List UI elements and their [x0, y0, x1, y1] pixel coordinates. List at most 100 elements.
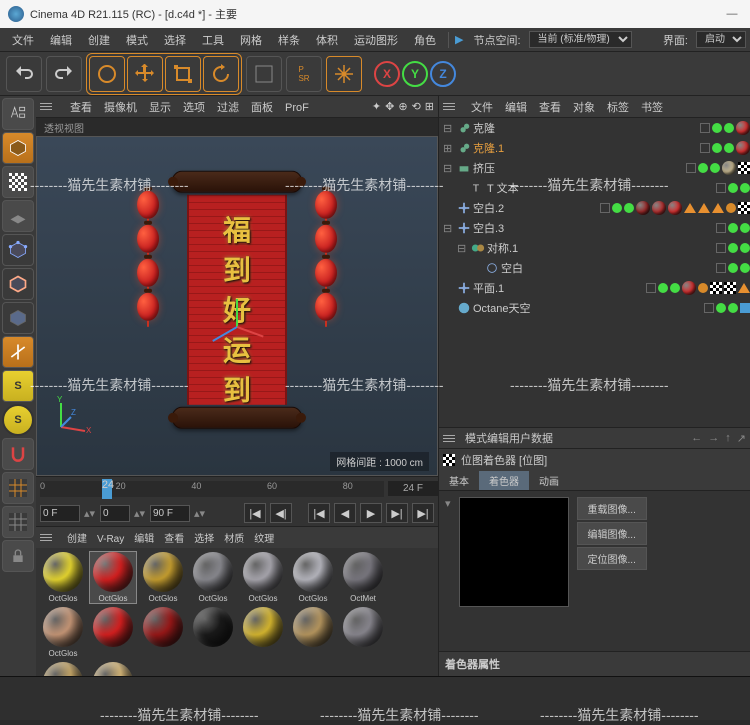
view-max-icon[interactable]: ⊞ — [425, 100, 434, 113]
material-swatch[interactable]: OctMet — [340, 552, 386, 603]
obj-menu-icon[interactable] — [443, 103, 455, 110]
tree-row-T 文本[interactable]: TT 文本 — [439, 178, 750, 198]
expand-icon[interactable]: ⊟ — [457, 242, 469, 255]
tree-row-克隆.1[interactable]: ⊞克隆.1 — [439, 138, 750, 158]
select-tool[interactable] — [89, 56, 125, 92]
vis-render-toggle[interactable] — [624, 203, 634, 213]
tree-row-空白[interactable]: 空白 — [439, 258, 750, 278]
object-name[interactable]: 空白.2 — [473, 200, 573, 216]
attr-button[interactable]: 重载图像... — [577, 497, 647, 520]
vis-render-toggle[interactable] — [740, 243, 750, 253]
vis-editor-toggle[interactable] — [698, 163, 708, 173]
layer-toggle[interactable] — [716, 243, 726, 253]
mat-menu-icon[interactable] — [40, 534, 52, 541]
attrmenu-编辑[interactable]: 编辑 — [487, 433, 509, 445]
material-tag-icon[interactable] — [668, 201, 682, 215]
objmenu-文件[interactable]: 文件 — [465, 100, 499, 116]
objmenu-查看[interactable]: 查看 — [533, 100, 567, 116]
coord-system-button[interactable] — [326, 56, 362, 92]
prev-key-button[interactable]: ◀| — [270, 503, 292, 523]
vis-render-toggle[interactable] — [710, 163, 720, 173]
menu-选择[interactable]: 选择 — [156, 29, 194, 51]
goto-start-button[interactable]: |◀ — [244, 503, 266, 523]
matmenu-纹理[interactable]: 纹理 — [249, 532, 279, 547]
menu-网格[interactable]: 网格 — [232, 29, 270, 51]
view-pan-icon[interactable]: ✥ — [385, 100, 394, 113]
attr-fwd-button[interactable]: → — [708, 432, 719, 445]
vis-editor-toggle[interactable] — [728, 243, 738, 253]
expand-icon[interactable]: ⊞ — [443, 142, 455, 155]
vis-render-toggle[interactable] — [728, 303, 738, 313]
step-fwd-button[interactable]: ▶| — [386, 503, 408, 523]
material-tag-icon[interactable] — [736, 121, 750, 135]
expand-icon[interactable]: ⊟ — [443, 122, 455, 135]
material-swatch[interactable] — [90, 662, 136, 676]
viewmenu-摄像机[interactable]: 摄像机 — [98, 100, 143, 116]
matmenu-查看[interactable]: 查看 — [159, 532, 189, 547]
menu-角色[interactable]: 角色 — [406, 29, 444, 51]
tree-row-空白.3[interactable]: ⊟空白.3 — [439, 218, 750, 238]
axis-mode-button[interactable] — [2, 336, 34, 368]
rotate-tool[interactable] — [203, 56, 239, 92]
current-frame-input[interactable] — [100, 505, 130, 522]
layer-toggle[interactable] — [704, 303, 714, 313]
undo-button[interactable] — [6, 56, 42, 92]
workplane-snap-button[interactable] — [2, 506, 34, 538]
object-name[interactable]: 对称.1 — [487, 240, 587, 256]
matmenu-编辑[interactable]: 编辑 — [129, 532, 159, 547]
dot-tag-icon[interactable] — [698, 283, 708, 293]
objmenu-书签[interactable]: 书签 — [635, 100, 669, 116]
material-tag-icon[interactable] — [722, 161, 736, 175]
view-nav-icon[interactable]: ✦ — [372, 100, 381, 113]
viewmenu-面板[interactable]: 面板 — [245, 100, 279, 116]
layer-toggle[interactable] — [700, 143, 710, 153]
view-menu-icon[interactable] — [40, 103, 52, 110]
step-back-button[interactable]: ◀ — [334, 503, 356, 523]
material-swatch[interactable] — [290, 607, 336, 658]
redo-button[interactable] — [46, 56, 82, 92]
vis-render-toggle[interactable] — [724, 123, 734, 133]
matmenu-材质[interactable]: 材质 — [219, 532, 249, 547]
vis-editor-toggle[interactable] — [728, 223, 738, 233]
texture-tag-icon[interactable] — [738, 162, 750, 174]
vis-render-toggle[interactable] — [724, 143, 734, 153]
viewport[interactable]: 福到好运到 Y X Z 网格间距 : 1000 cm — [36, 136, 438, 476]
warning-tag-icon[interactable] — [684, 203, 696, 213]
view-zoom-icon[interactable]: ⊕ — [398, 100, 407, 113]
menu-体积[interactable]: 体积 — [308, 29, 346, 51]
play-button[interactable]: ▶ — [360, 503, 382, 523]
material-swatch[interactable] — [190, 607, 236, 658]
objmenu-标签[interactable]: 标签 — [601, 100, 635, 116]
warning-tag-icon[interactable] — [698, 203, 710, 213]
edge-mode-button[interactable] — [2, 268, 34, 300]
scale-tool[interactable] — [165, 56, 201, 92]
warning-tag-icon[interactable] — [712, 203, 724, 213]
layer-toggle[interactable] — [686, 163, 696, 173]
attr-up-button[interactable]: ↑ — [725, 432, 731, 445]
layer-toggle[interactable] — [716, 183, 726, 193]
timeline-marker[interactable]: 24 — [102, 479, 112, 499]
viewport-solo-button[interactable]: S — [2, 370, 34, 402]
attrmenu-用户数据[interactable]: 用户数据 — [509, 433, 553, 445]
dot-tag-icon[interactable] — [726, 203, 736, 213]
vis-editor-toggle[interactable] — [728, 183, 738, 193]
material-swatch[interactable]: OctGlos — [190, 552, 236, 603]
tree-row-平面.1[interactable]: 平面.1 — [439, 278, 750, 298]
menu-文件[interactable]: 文件 — [4, 29, 42, 51]
spin-icon[interactable]: ▴▾ — [134, 507, 146, 520]
texture-tag-icon[interactable] — [724, 282, 736, 294]
lock-button[interactable] — [2, 540, 34, 572]
workplane-button[interactable] — [2, 200, 34, 232]
vis-editor-toggle[interactable] — [712, 143, 722, 153]
matmenu-选择[interactable]: 选择 — [189, 532, 219, 547]
viewmenu-查看[interactable]: 查看 — [64, 100, 98, 116]
attr-button[interactable]: 编辑图像... — [577, 522, 647, 545]
play-back-button[interactable]: |◀ — [308, 503, 330, 523]
shader-preview[interactable] — [459, 497, 569, 607]
attr-button[interactable]: 定位图像... — [577, 547, 647, 570]
object-name[interactable]: T 文本 — [487, 180, 587, 196]
vis-editor-toggle[interactable] — [658, 283, 668, 293]
material-swatch[interactable] — [40, 662, 86, 676]
vis-render-toggle[interactable] — [740, 223, 750, 233]
objmenu-对象[interactable]: 对象 — [567, 100, 601, 116]
